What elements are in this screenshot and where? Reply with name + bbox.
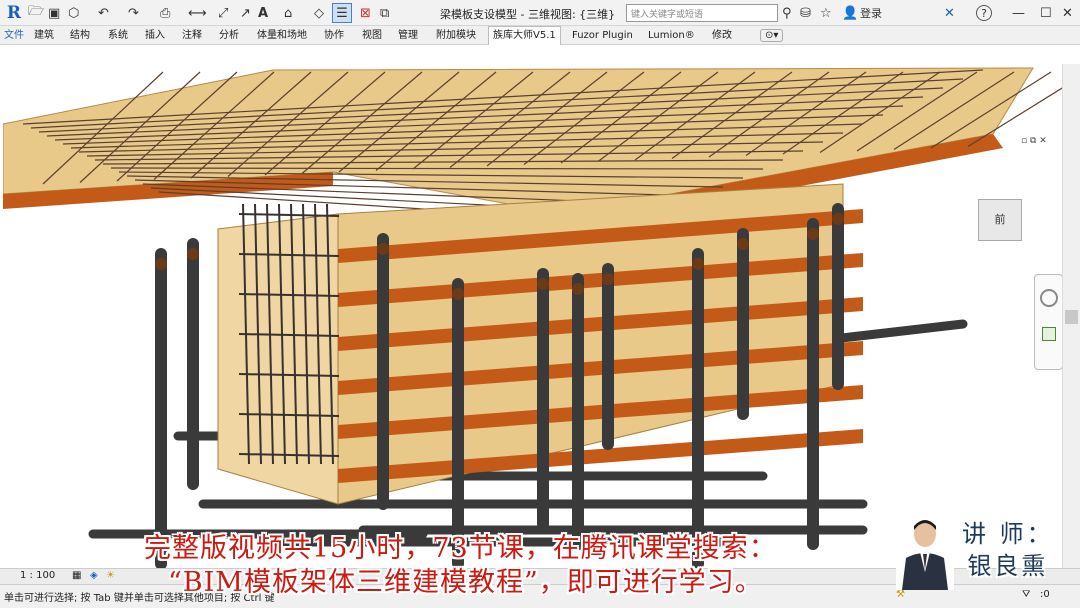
help-icon[interactable]: ? [976, 5, 992, 21]
open-icon[interactable]: 🗁 [28, 3, 44, 23]
section-icon[interactable]: ◇ [314, 3, 324, 23]
tab-insert[interactable]: 插入 [145, 28, 165, 43]
dimension-icon[interactable]: ⤢ [218, 3, 228, 23]
ribbon-options-button[interactable]: ⊙▾ [760, 29, 784, 42]
steering-wheel-icon[interactable] [1040, 289, 1058, 307]
zoom-icon[interactable] [1042, 327, 1056, 341]
exchange-icon[interactable]: ✕ [944, 3, 955, 23]
navigation-bar[interactable] [1034, 274, 1062, 370]
search-input[interactable]: 键入关键字或短语 [626, 4, 778, 22]
revit-window: R 🗁 ▣ ⬡ ↶ ↷ ⎙ ⟷ ⤢ ↗ A ⌂ ◇ ☰ ⊠ ⧉ 梁模板支设模型 … [0, 0, 1080, 608]
tab-systems[interactable]: 系统 [108, 28, 128, 43]
post-jack [377, 243, 389, 255]
caption-line-2: “BIM模板架体三维建模教程”，即可进行学习。 [168, 567, 763, 598]
undo-icon[interactable]: ↶ [98, 3, 109, 23]
vertical-scrollbar[interactable] [1062, 64, 1080, 568]
ribbon-tabs: 文件 建筑 结构 系统 插入 注释 分析 体量和场地 协作 视图 管理 附加模块… [0, 26, 1080, 45]
selection-count: :0 [1040, 589, 1050, 600]
post-jack [155, 258, 167, 270]
viewcube[interactable]: 前 [978, 199, 1022, 241]
post-jack [452, 288, 464, 300]
post-jack [692, 258, 704, 270]
star-icon[interactable]: ☆ [820, 3, 832, 23]
formwork-model [3, 67, 1062, 568]
workset-icon[interactable]: ⚒ [896, 589, 905, 600]
tab-analyze[interactable]: 分析 [219, 28, 239, 43]
text-icon[interactable]: A [258, 3, 268, 23]
tab-fuzor[interactable]: Fuzor Plugin [572, 28, 633, 43]
teacher-label: 讲 师： 银良熏 [962, 518, 1054, 582]
tab-structure[interactable]: 结构 [70, 28, 90, 43]
view-scale[interactable]: 1 : 100 [20, 570, 55, 581]
post-jack [602, 273, 614, 285]
scrollbar-thumb[interactable] [1065, 310, 1078, 324]
document-title: 梁模板支设模型 - 三维视图: {三维} [440, 8, 616, 21]
teacher-name: 银良熏 [967, 552, 1049, 580]
tab-annotate[interactable]: 注释 [182, 28, 202, 43]
tab-architecture[interactable]: 建筑 [34, 28, 54, 43]
maximize-icon[interactable]: ☐ [1040, 3, 1052, 23]
visual-style-icon[interactable]: ◈ [90, 570, 98, 581]
detail-level-icon[interactable]: ▦ [72, 570, 81, 581]
3d-view-icon[interactable]: ⌂ [284, 3, 292, 23]
subscription-icon[interactable]: ⛁ [800, 3, 811, 23]
post-jack [187, 248, 199, 260]
teacher-avatar [896, 512, 954, 590]
filter-icon[interactable]: ⛛ [1022, 589, 1030, 600]
post-jack [537, 278, 549, 290]
sun-path-icon[interactable]: ☀ [106, 570, 115, 581]
tab-family-library[interactable]: 族库大师V5.1 [488, 26, 561, 45]
rebar-tie [238, 213, 340, 217]
login-link[interactable]: 登录 [860, 3, 882, 23]
post-jack [832, 213, 844, 225]
viewport-window-controls[interactable]: ▫ ⧉ ✕ [1021, 136, 1047, 146]
post-jack [807, 228, 819, 240]
tab-view[interactable]: 视图 [362, 28, 382, 43]
title-bar: R 🗁 ▣ ⬡ ↶ ↷ ⎙ ⟷ ⤢ ↗ A ⌂ ◇ ☰ ⊠ ⧉ 梁模板支设模型 … [0, 0, 1080, 26]
user-icon[interactable]: 👤 [842, 3, 858, 23]
minimize-icon[interactable]: — [1012, 3, 1025, 23]
close-icon[interactable]: ✕ [1062, 3, 1073, 23]
close-hidden-icon[interactable]: ⊠ [360, 3, 371, 23]
switch-windows-icon[interactable]: ⧉ [380, 3, 389, 23]
tab-manage[interactable]: 管理 [398, 28, 418, 43]
tag-icon[interactable]: ↗ [240, 3, 251, 23]
teacher-title: 讲 师： [962, 520, 1054, 548]
tab-addins[interactable]: 附加模块 [436, 28, 476, 43]
revit-logo[interactable]: R [4, 3, 24, 23]
tab-collaborate[interactable]: 协作 [324, 28, 344, 43]
measure-icon[interactable]: ⟷ [188, 3, 207, 23]
thin-lines-icon[interactable]: ☰ [332, 3, 352, 23]
binoculars-icon[interactable]: ⚲ [782, 3, 792, 23]
save-icon[interactable]: ▣ [48, 3, 60, 23]
redo-icon[interactable]: ↷ [128, 3, 139, 23]
sync-icon[interactable]: ⬡ [68, 3, 79, 23]
post-jack [572, 283, 584, 295]
tab-modify[interactable]: 修改 [712, 28, 732, 43]
tab-file[interactable]: 文件 [4, 28, 24, 43]
tab-massing-site[interactable]: 体量和场地 [257, 28, 307, 43]
post-jack [737, 238, 749, 250]
print-icon[interactable]: ⎙ [160, 3, 170, 23]
tab-lumion[interactable]: Lumion® [648, 28, 695, 43]
3d-viewport[interactable]: ▫ ⧉ ✕ 前 [3, 64, 1062, 568]
